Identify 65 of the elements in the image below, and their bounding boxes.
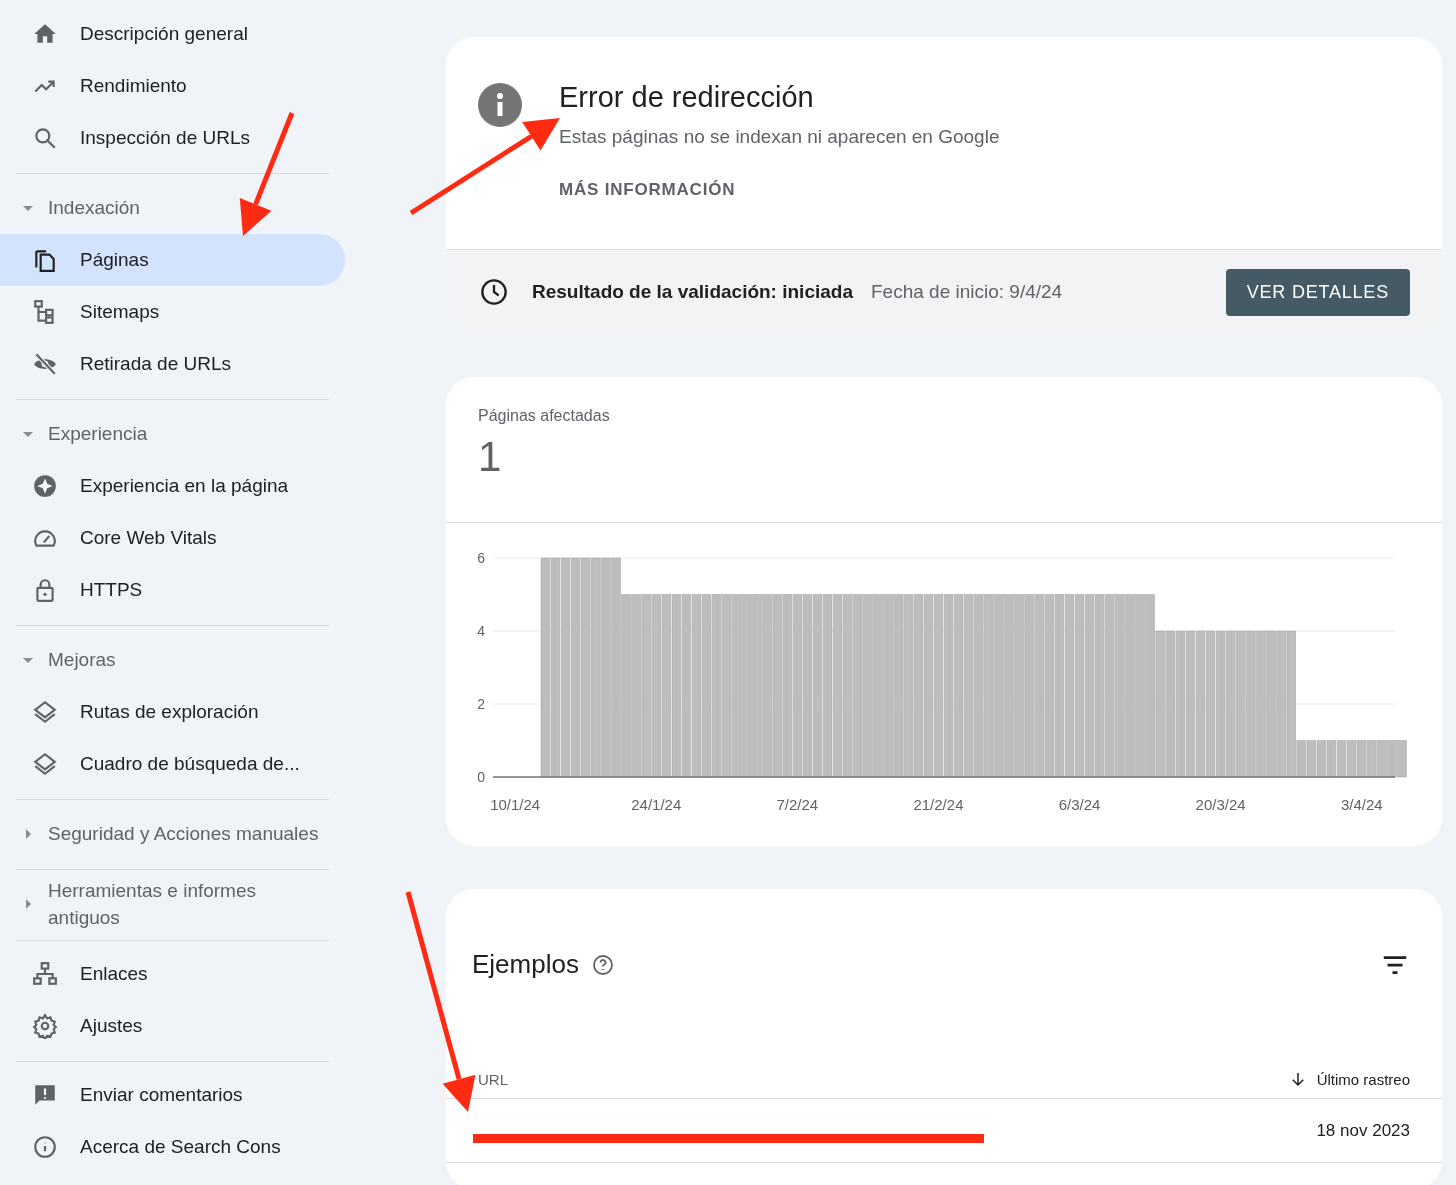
sidebar-item[interactable]: Sitemaps [0, 286, 345, 338]
network-icon [32, 961, 58, 987]
sidebar-item[interactable]: Acerca de Search Cons [0, 1121, 345, 1173]
pages-icon [32, 247, 58, 273]
issue-description: Estas páginas no se indexan ni aparecen en Google [559, 126, 1000, 148]
chart-bar [1397, 740, 1407, 778]
axis-label: 0 [477, 769, 485, 785]
column-header[interactable]: Último rastreo [1288, 1070, 1410, 1088]
axis-label: 24/1/24 [631, 796, 682, 813]
section-header[interactable]: Mejoras [48, 646, 116, 673]
clock-icon [480, 278, 508, 306]
section-header[interactable]: Indexación [48, 194, 140, 221]
metric-label: Páginas afectadas [478, 407, 611, 425]
chart-bar [1316, 740, 1327, 778]
section-header[interactable]: Seguridad y Acciones manuales [48, 820, 319, 847]
start-date: Fecha de inicio: 9/4/24 [871, 281, 1064, 303]
sidebar-item[interactable]: Rendimiento [0, 60, 345, 112]
section-header[interactable]: Experiencia [48, 420, 148, 447]
axis-label: 20/3/24 [1195, 796, 1246, 813]
chart-bar [1377, 740, 1387, 778]
layers-icon [32, 699, 58, 725]
sidebar-item[interactable]: Rutas de exploración [0, 686, 345, 738]
validation-status: Resultado de la validación: iniciada [532, 281, 853, 303]
info-icon [478, 83, 522, 127]
issue-title: Error de redirección [559, 81, 815, 114]
axis-label: 6 [477, 550, 485, 566]
eye-off-icon [32, 351, 58, 377]
layers-icon [32, 751, 58, 777]
axis-label: 4 [477, 623, 485, 639]
settings-icon [32, 1013, 58, 1039]
axis-label: 6/3/24 [1058, 796, 1101, 813]
info-icon [32, 1134, 58, 1160]
sidebar-item[interactable]: Descripción general [0, 8, 345, 60]
axis-label: 3/4/24 [1340, 796, 1383, 813]
chart-bar [1357, 740, 1367, 778]
sidebar-item[interactable]: Cuadro de búsqueda de... [0, 738, 345, 790]
chart-bar [1367, 740, 1377, 778]
axis-label: 21/2/24 [913, 796, 964, 813]
section-title: Ejemplos [472, 949, 579, 980]
chart-bar [1336, 740, 1347, 778]
details-button[interactable]: VER DETALLES [1225, 268, 1410, 316]
axis-label: 2 [477, 696, 485, 712]
column-header[interactable]: URL [478, 1070, 508, 1088]
sidebar-item[interactable]: HTTPS [0, 564, 345, 616]
table-cell: 18 nov 2023 [1316, 1120, 1410, 1141]
chart-bar [1326, 740, 1337, 778]
sidebar-item[interactable]: Inspección de URLs [0, 112, 345, 164]
axis-label: 10/1/24 [490, 796, 541, 813]
sidebar-item[interactable]: Ajustes [0, 1000, 345, 1052]
axis-label: 7/2/24 [776, 796, 819, 813]
sidebar-item[interactable]: Core Web Vitals [0, 512, 345, 564]
star-circle-icon [32, 473, 58, 499]
sidebar-item[interactable]: Páginas [0, 234, 345, 286]
sidebar-item[interactable]: Experiencia en la página [0, 460, 345, 512]
search-icon [32, 125, 58, 151]
metric-value: 1 [478, 433, 503, 481]
sidebar-item[interactable]: Enviar comentarios [0, 1069, 345, 1121]
sidebar-item[interactable]: Retirada de URLs [0, 338, 345, 390]
chart-bar [1346, 740, 1357, 778]
chart-bar [1306, 740, 1317, 778]
section-header[interactable]: Herramientas e informes antiguos [48, 877, 278, 931]
sidebar-item[interactable]: Enlaces [0, 948, 345, 1000]
help-icon [590, 952, 615, 977]
chart-bar [1387, 740, 1397, 778]
more-info-link[interactable]: MÁS INFORMACIÓN [559, 180, 736, 200]
